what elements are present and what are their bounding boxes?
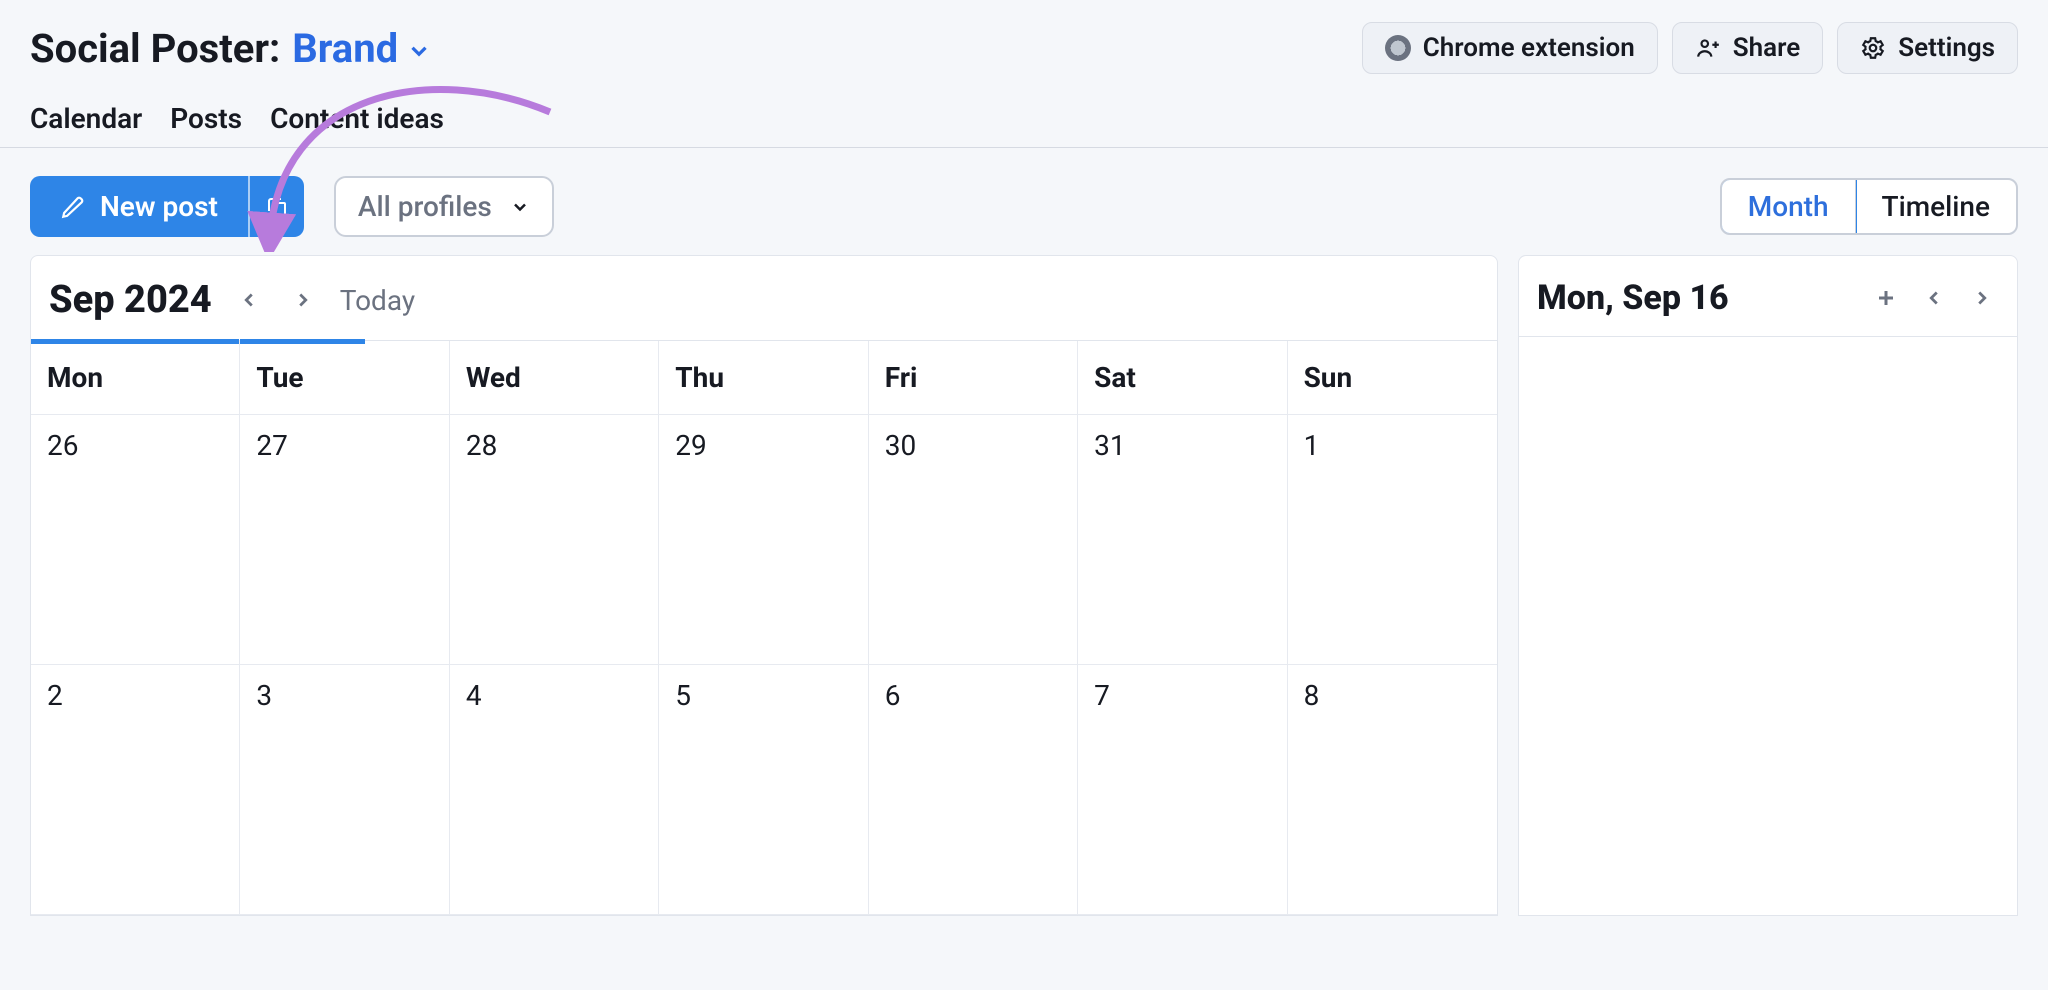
calendar-cell[interactable]: 1 xyxy=(1288,415,1497,665)
add-post-button[interactable] xyxy=(1869,281,1903,315)
tab-calendar[interactable]: Calendar xyxy=(30,102,142,135)
main-tabs: Calendar Posts Content ideas xyxy=(0,84,2048,148)
side-panel-header: Mon, Sep 16 xyxy=(1519,256,2017,337)
new-post-group: New post xyxy=(30,176,304,237)
calendar-cell[interactable]: 30 xyxy=(869,415,1078,665)
weekday-head: Wed xyxy=(450,341,659,415)
profiles-label: All profiles xyxy=(358,190,492,223)
profiles-dropdown[interactable]: All profiles xyxy=(334,176,554,237)
calendar-row: 2 3 4 5 6 7 8 xyxy=(31,665,1497,915)
calendar-cell[interactable]: 29 xyxy=(659,415,868,665)
prev-day-button[interactable] xyxy=(1917,281,1951,315)
calendar-cell[interactable]: 27 xyxy=(240,415,449,665)
share-icon xyxy=(1695,35,1721,61)
toolbar: New post All profiles Month Timeline xyxy=(0,148,2048,255)
pencil-icon xyxy=(60,194,86,220)
copy-icon xyxy=(265,195,289,219)
calendar-cell[interactable]: 2 xyxy=(31,665,240,915)
weekday-head: Tue xyxy=(240,341,449,415)
new-post-button[interactable]: New post xyxy=(30,176,248,237)
view-timeline-button[interactable]: Timeline xyxy=(1856,180,2016,233)
weekday-head: Thu xyxy=(659,341,868,415)
settings-button[interactable]: Settings xyxy=(1837,22,2018,74)
calendar-cell[interactable]: 7 xyxy=(1078,665,1287,915)
calendar-cell[interactable]: 3 xyxy=(240,665,449,915)
calendar-cell[interactable]: 6 xyxy=(869,665,1078,915)
content: Sep 2024 Today Mon Tue Wed Thu Fri Sat S… xyxy=(0,255,2048,916)
next-day-button[interactable] xyxy=(1965,281,1999,315)
calendar-cell[interactable]: 4 xyxy=(450,665,659,915)
chevron-down-icon xyxy=(510,197,530,217)
gear-icon xyxy=(1860,35,1886,61)
chrome-extension-label: Chrome extension xyxy=(1423,33,1635,63)
duplicate-post-button[interactable] xyxy=(248,176,304,237)
tab-posts[interactable]: Posts xyxy=(170,102,242,135)
next-month-button[interactable] xyxy=(286,283,320,317)
calendar-month-label: Sep 2024 xyxy=(49,278,212,322)
weekday-header-row: Mon Tue Wed Thu Fri Sat Sun xyxy=(31,341,1497,415)
chrome-icon xyxy=(1385,35,1411,61)
today-button[interactable]: Today xyxy=(340,284,415,317)
brand-label: Brand xyxy=(292,25,398,72)
calendar-cell[interactable]: 5 xyxy=(659,665,868,915)
header-actions: Chrome extension Share Settings xyxy=(1362,22,2018,74)
app-title: Social Poster: xyxy=(30,25,280,72)
share-button[interactable]: Share xyxy=(1672,22,1823,74)
view-month-button[interactable]: Month xyxy=(1720,178,1857,235)
prev-month-button[interactable] xyxy=(232,283,266,317)
chevron-down-icon xyxy=(406,38,432,64)
brand-dropdown[interactable]: Brand xyxy=(292,25,432,72)
weekday-head: Sun xyxy=(1288,341,1497,415)
calendar-row: 26 27 28 29 30 31 1 xyxy=(31,415,1497,665)
side-panel-actions xyxy=(1869,281,1999,315)
new-post-label: New post xyxy=(100,190,218,223)
calendar-panel: Sep 2024 Today Mon Tue Wed Thu Fri Sat S… xyxy=(30,255,1498,916)
calendar-header: Sep 2024 Today xyxy=(31,256,1497,341)
weekday-head: Mon xyxy=(31,341,240,415)
weekday-head: Sat xyxy=(1078,341,1287,415)
day-side-panel: Mon, Sep 16 xyxy=(1518,255,2018,916)
toolbar-left: New post All profiles xyxy=(30,176,554,237)
calendar-cell[interactable]: 28 xyxy=(450,415,659,665)
weekday-head: Fri xyxy=(869,341,1078,415)
settings-label: Settings xyxy=(1898,33,1995,63)
chrome-extension-button[interactable]: Chrome extension xyxy=(1362,22,1658,74)
tab-content-ideas[interactable]: Content ideas xyxy=(270,102,444,135)
calendar-cell[interactable]: 31 xyxy=(1078,415,1287,665)
share-label: Share xyxy=(1733,33,1800,63)
title-block: Social Poster: Brand xyxy=(30,25,432,72)
view-switch: Month Timeline xyxy=(1720,178,2018,235)
side-panel-date: Mon, Sep 16 xyxy=(1537,278,1849,318)
calendar-cell[interactable]: 8 xyxy=(1288,665,1497,915)
calendar-cell[interactable]: 26 xyxy=(31,415,240,665)
app-header: Social Poster: Brand Chrome extension Sh… xyxy=(0,0,2048,84)
